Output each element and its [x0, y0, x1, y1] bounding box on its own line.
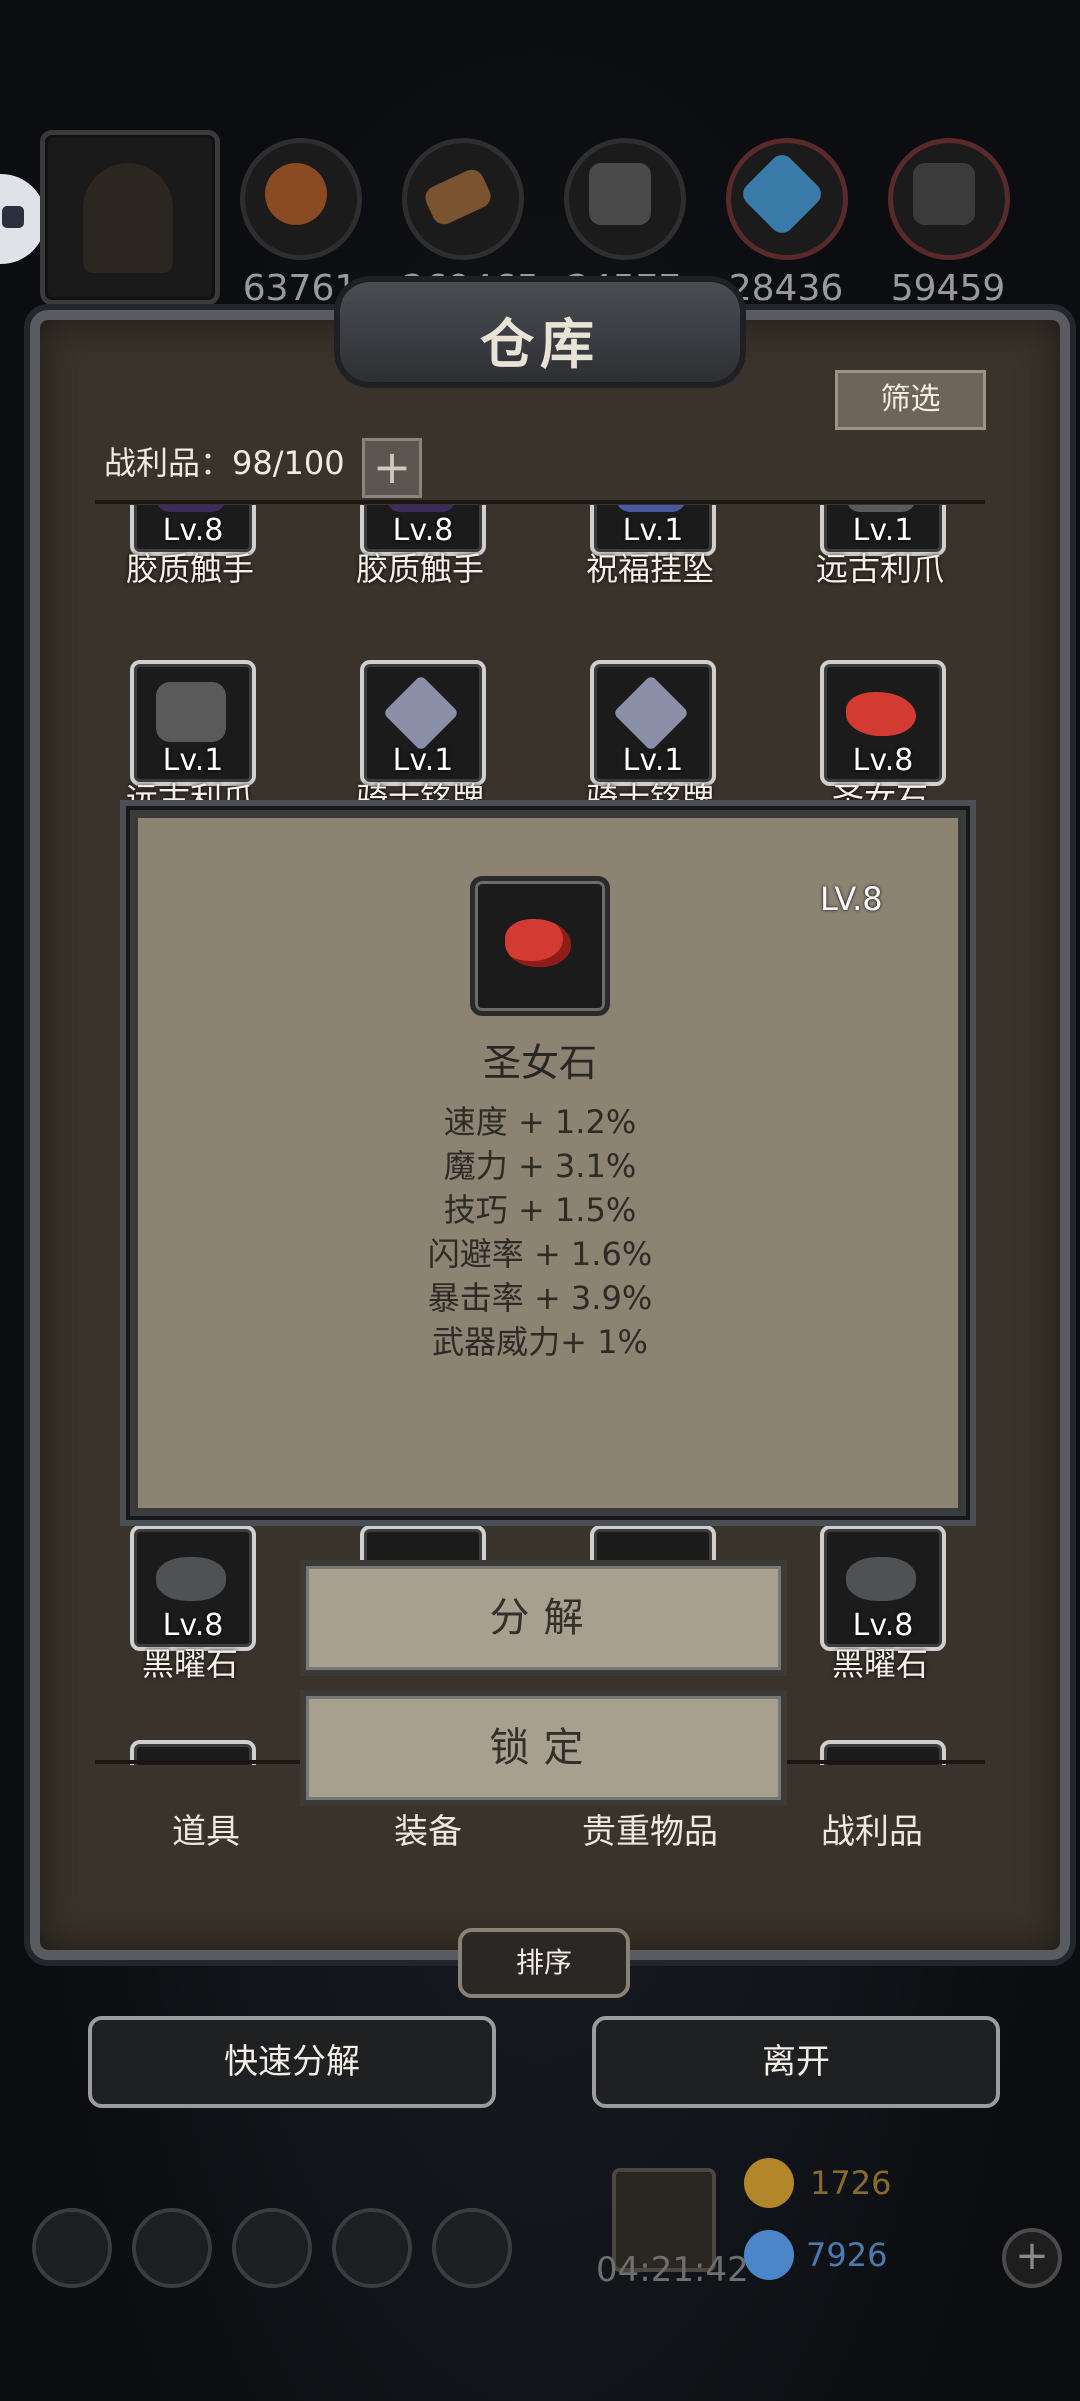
- map-icon[interactable]: [232, 2208, 312, 2288]
- item-level: Lv.1: [852, 513, 914, 548]
- claw-icon: [156, 682, 226, 742]
- item-detail-icon: [470, 876, 610, 1016]
- item-cell[interactable]: Lv.8 胶质触手: [325, 505, 555, 610]
- leave-button[interactable]: 离开: [592, 2016, 1000, 2108]
- gem-currency-icon: [744, 2230, 794, 2280]
- item-level: Lv.8: [852, 743, 914, 778]
- wood-planks-icon: [402, 138, 524, 260]
- item-slot: Lv.1: [130, 660, 256, 786]
- stat-line: 速度 + 1.2%: [443, 1103, 637, 1141]
- item-level: Lv.8: [392, 513, 454, 548]
- expand-capacity-button[interactable]: +: [362, 438, 422, 498]
- resource-crystal: 28436: [726, 138, 848, 309]
- resource-value: 59459: [890, 268, 1006, 309]
- red-gem-icon: [505, 919, 571, 967]
- resource-iron: 59459: [888, 138, 1010, 309]
- resource-meat: 63761: [240, 138, 362, 309]
- item-cell[interactable]: Lv.8 胶质触手: [95, 505, 325, 610]
- quick-decompose-button[interactable]: 快速分解: [88, 2016, 496, 2108]
- loot-count: 战利品：98/100: [104, 444, 345, 482]
- tab-loot[interactable]: 战利品: [761, 1804, 983, 1853]
- item-stats: 速度 + 1.2% 魔力 + 3.1% 技巧 + 1.5% 闪避率 + 1.6%…: [130, 1100, 950, 1364]
- obsidian-icon: [846, 1557, 916, 1601]
- item-level: Lv.1: [622, 743, 684, 778]
- meat-icon: [240, 138, 362, 260]
- stat-line: 魔力 + 3.1%: [443, 1147, 637, 1185]
- tab-items[interactable]: 道具: [95, 1804, 317, 1853]
- resource-value: 28436: [728, 268, 844, 309]
- stat-line: 闪避率 + 1.6%: [427, 1235, 653, 1273]
- item-cell[interactable]: Lv.8 黑曜石: [785, 1525, 985, 1705]
- item-slot: Lv.1: [590, 660, 716, 786]
- mail-icon[interactable]: [332, 2208, 412, 2288]
- hero-silhouette-icon: [83, 163, 173, 273]
- gift-timer: 04:21:42: [596, 2250, 749, 2290]
- tentacle-icon: [156, 505, 226, 512]
- knight-badge-icon: [612, 674, 690, 752]
- item-name: 胶质触手: [355, 550, 484, 588]
- item-slot: Lv.8: [130, 1525, 256, 1651]
- shop-icon[interactable]: [432, 2208, 512, 2288]
- tentacle-icon: [386, 505, 456, 512]
- gem-value: 7926: [806, 2236, 888, 2274]
- item-name: 祝福挂坠: [585, 550, 714, 588]
- tab-equipment[interactable]: 装备: [317, 1804, 539, 1853]
- star-icon[interactable]: [132, 2208, 212, 2288]
- knight-badge-icon: [382, 674, 460, 752]
- item-cell[interactable]: Lv.8 黑曜石: [95, 1525, 325, 1705]
- item-level: Lv.1: [392, 743, 454, 778]
- pendant-icon: [616, 505, 686, 512]
- item-level: Lv.8: [162, 513, 224, 548]
- crystal-icon: [726, 138, 848, 260]
- sort-button[interactable]: 排序: [458, 1928, 630, 1998]
- item-level: Lv.1: [162, 743, 224, 778]
- tab-valuables[interactable]: 贵重物品: [539, 1804, 761, 1853]
- stat-line: 武器威力+ 1%: [432, 1323, 648, 1361]
- settings-icon[interactable]: [32, 2208, 112, 2288]
- item-name: 黑曜石: [141, 1645, 238, 1683]
- item-detail-level: LV.8: [820, 880, 883, 918]
- item-name: 黑曜石: [831, 1645, 928, 1683]
- item-cell[interactable]: Lv.1 祝福挂坠: [555, 505, 785, 610]
- item-cell[interactable]: Lv.1 远古利爪: [785, 505, 985, 610]
- item-slot: Lv.8: [820, 660, 946, 786]
- red-gem-icon: [846, 692, 916, 736]
- add-currency-button[interactable]: +: [1002, 2228, 1062, 2288]
- item-level: Lv.1: [622, 513, 684, 548]
- lock-button[interactable]: 锁定: [300, 1690, 787, 1806]
- item-level: Lv.8: [162, 1608, 224, 1643]
- item-slot: Lv.1: [360, 660, 486, 786]
- stat-line: 技巧 + 1.5%: [443, 1191, 637, 1229]
- gold-coin-icon: [744, 2158, 794, 2208]
- gold-value: 1726: [810, 2164, 892, 2202]
- decompose-button[interactable]: 分解: [300, 1560, 787, 1676]
- item-detail-name: 圣女石: [482, 1041, 597, 1085]
- iron-icon: [888, 138, 1010, 260]
- hero-portrait[interactable]: [40, 130, 220, 305]
- stat-line: 暴击率 + 3.9%: [427, 1279, 653, 1317]
- item-level: Lv.8: [852, 1608, 914, 1643]
- obsidian-icon: [156, 1557, 226, 1601]
- stone-icon: [564, 138, 686, 260]
- item-slot: Lv.8: [820, 1525, 946, 1651]
- divider: [95, 500, 985, 504]
- item-name: 胶质触手: [125, 550, 254, 588]
- claw-icon: [846, 505, 916, 512]
- filter-button[interactable]: 筛选: [835, 370, 986, 430]
- page-title: 仓库: [480, 312, 600, 376]
- item-name: 远古利爪: [815, 550, 944, 588]
